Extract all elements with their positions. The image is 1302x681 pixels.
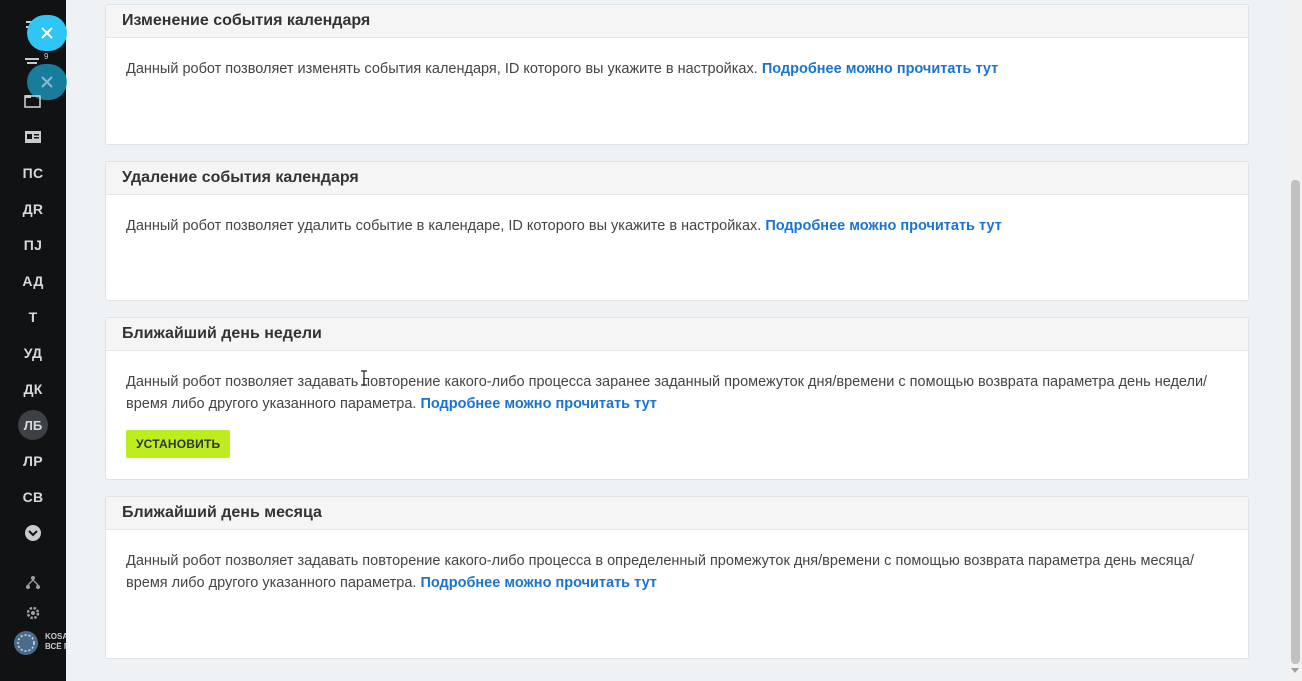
robot-card-body: Данный робот позволяет удалить событие в…	[106, 195, 1248, 237]
robot-card-body: Данный робот позволяет задавать повторен…	[106, 530, 1248, 594]
install-button[interactable]: УСТАНОВИТЬ	[126, 430, 231, 458]
company-name-line-2: ВСЁ П	[45, 642, 66, 651]
robot-card-description: Данный робот позволяет удалить событие в…	[126, 218, 762, 234]
gear-icon[interactable]	[24, 604, 42, 622]
sidebar-item-pj[interactable]: ПJ	[0, 237, 66, 253]
company-name: KOSA ВСЁ П	[45, 632, 66, 652]
read-more-link[interactable]: Подробнее можно прочитать тут	[765, 218, 1001, 234]
text-cursor-icon	[359, 370, 369, 386]
sidebar-item-lr[interactable]: ЛР	[0, 453, 66, 469]
robots-list: Изменение события календаря Данный робот…	[66, 0, 1288, 681]
sidebar-item-ud[interactable]: УД	[0, 345, 66, 361]
robot-card-title: Ближайший день месяца	[106, 497, 1248, 530]
folder-icon[interactable]	[24, 92, 42, 110]
robot-card-nearest-month-day: Ближайший день месяца Данный робот позво…	[105, 496, 1249, 659]
vertical-scrollbar[interactable]	[1288, 0, 1302, 681]
robot-card-title: Изменение события календаря	[106, 5, 1248, 38]
robot-card-delete-calendar-event: Удаление события календаря Данный робот …	[105, 161, 1249, 301]
robot-card-edit-calendar-event: Изменение события календаря Данный робот…	[105, 4, 1249, 145]
close-icon	[41, 76, 53, 88]
sidebar-item-ps[interactable]: ПС	[0, 165, 66, 181]
chevron-down-icon[interactable]	[24, 524, 42, 542]
read-more-link[interactable]: Подробнее можно прочитать тут	[420, 396, 656, 412]
scrollbar-thumb[interactable]	[1291, 180, 1300, 664]
sidebar-item-dk[interactable]: ДК	[0, 381, 66, 397]
read-more-link[interactable]: Подробнее можно прочитать тут	[762, 61, 998, 77]
robot-card-body: Данный робот позволяет задавать повторен…	[106, 351, 1248, 458]
sidebar-item-t[interactable]: Т	[0, 309, 66, 325]
scroll-down-arrow-icon[interactable]	[1291, 668, 1299, 673]
sitemap-icon[interactable]	[24, 574, 42, 592]
close-icon	[41, 27, 53, 39]
robot-card-description: Данный робот позволяет изменять события …	[126, 61, 758, 77]
robot-card-description: Данный робот позволяет задавать повторен…	[126, 374, 1208, 412]
left-sidebar: 9 ПС ДR ПJ АД Т УД ДК ЛБ ЛР СВ KOSA ВСЁ …	[0, 0, 67, 681]
robot-card-title: Удаление события календаря	[106, 162, 1248, 195]
robot-card-nearest-weekday: Ближайший день недели Данный робот позво…	[105, 317, 1249, 480]
company-logo[interactable]	[14, 631, 38, 655]
sidebar-item-sv[interactable]: СВ	[0, 489, 66, 505]
company-name-line-1: KOSA	[45, 632, 66, 641]
notification-badge: 9	[44, 52, 49, 61]
sidebar-item-dr[interactable]: ДR	[0, 201, 66, 217]
robot-card-title: Ближайший день недели	[106, 318, 1248, 351]
robot-card-description: Данный робот позволяет задавать повторен…	[126, 553, 1195, 591]
robot-card-body: Данный робот позволяет изменять события …	[106, 38, 1248, 80]
sidebar-item-ad[interactable]: АД	[0, 273, 66, 289]
contact-card-icon[interactable]	[24, 128, 42, 146]
read-more-link[interactable]: Подробнее можно прочитать тут	[420, 575, 656, 591]
close-slider-button[interactable]	[27, 15, 67, 51]
sidebar-item-lb[interactable]: ЛБ	[18, 410, 48, 440]
